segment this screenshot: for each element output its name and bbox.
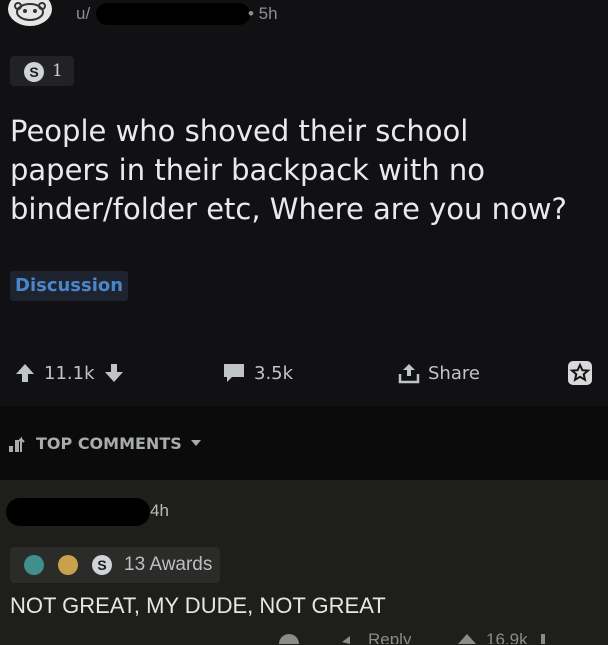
award-count: 1 <box>52 61 63 81</box>
comment-icon <box>224 364 244 382</box>
gold-award-icon <box>58 555 78 575</box>
sort-icon <box>9 436 25 452</box>
comment-awards[interactable]: S 13 Awards <box>10 547 220 583</box>
share-label: Share <box>428 362 480 384</box>
post-action-bar: 11.1k 3.5k Share <box>0 356 608 390</box>
sort-comments-dropdown[interactable]: TOP COMMENTS <box>8 432 202 454</box>
award-icon <box>568 361 592 385</box>
downvote-icon[interactable] <box>536 630 550 644</box>
post-flair[interactable]: Discussion <box>10 271 129 301</box>
avatar[interactable] <box>8 0 52 26</box>
reply-button[interactable]: Reply <box>340 630 411 644</box>
comment-vote-group: 16.9k <box>456 630 550 644</box>
awards-label: 13 Awards <box>124 554 213 575</box>
downvote-icon[interactable] <box>103 362 125 384</box>
comment-action-bar: Reply 16.9k <box>0 630 608 645</box>
reply-label: Reply <box>368 630 412 644</box>
redaction-bar <box>96 3 250 25</box>
redaction-bar <box>6 498 150 526</box>
comment-body[interactable]: NOT GREAT, MY DUDE, NOT GREAT <box>10 593 386 619</box>
upvote-icon[interactable] <box>456 630 478 644</box>
post-title[interactable]: People who shoved their school papers in… <box>10 112 570 229</box>
share-icon <box>398 364 420 384</box>
comment-time: 4h <box>150 501 169 520</box>
share-button[interactable]: Share <box>398 356 480 390</box>
silver-award-icon: S <box>92 555 112 575</box>
globe-award-icon <box>24 555 44 575</box>
reply-icon <box>342 636 350 644</box>
snoo-icon <box>14 2 46 21</box>
give-award-button[interactable] <box>566 356 594 390</box>
comment-vote-count: 16.9k <box>486 630 528 644</box>
post-time: • 5h <box>248 4 278 23</box>
post-awards[interactable]: S 1 <box>10 56 74 86</box>
chevron-down-icon <box>190 440 201 446</box>
award-icon[interactable] <box>276 630 302 644</box>
comment-count: 3.5k <box>254 362 294 384</box>
sort-label: TOP COMMENTS <box>36 433 182 453</box>
post-username[interactable]: u/ <box>76 4 90 24</box>
vote-count: 11.1k <box>44 362 95 384</box>
vote-group: 11.1k <box>14 356 125 390</box>
silver-award-icon: S <box>24 62 44 82</box>
post-card: u/ • 5h S 1 People who shoved their scho… <box>0 0 608 406</box>
comments-button[interactable]: 3.5k <box>222 356 293 390</box>
upvote-icon[interactable] <box>14 362 36 384</box>
comment: 4h S 13 Awards NOT GREAT, MY DUDE, NOT G… <box>0 480 608 645</box>
